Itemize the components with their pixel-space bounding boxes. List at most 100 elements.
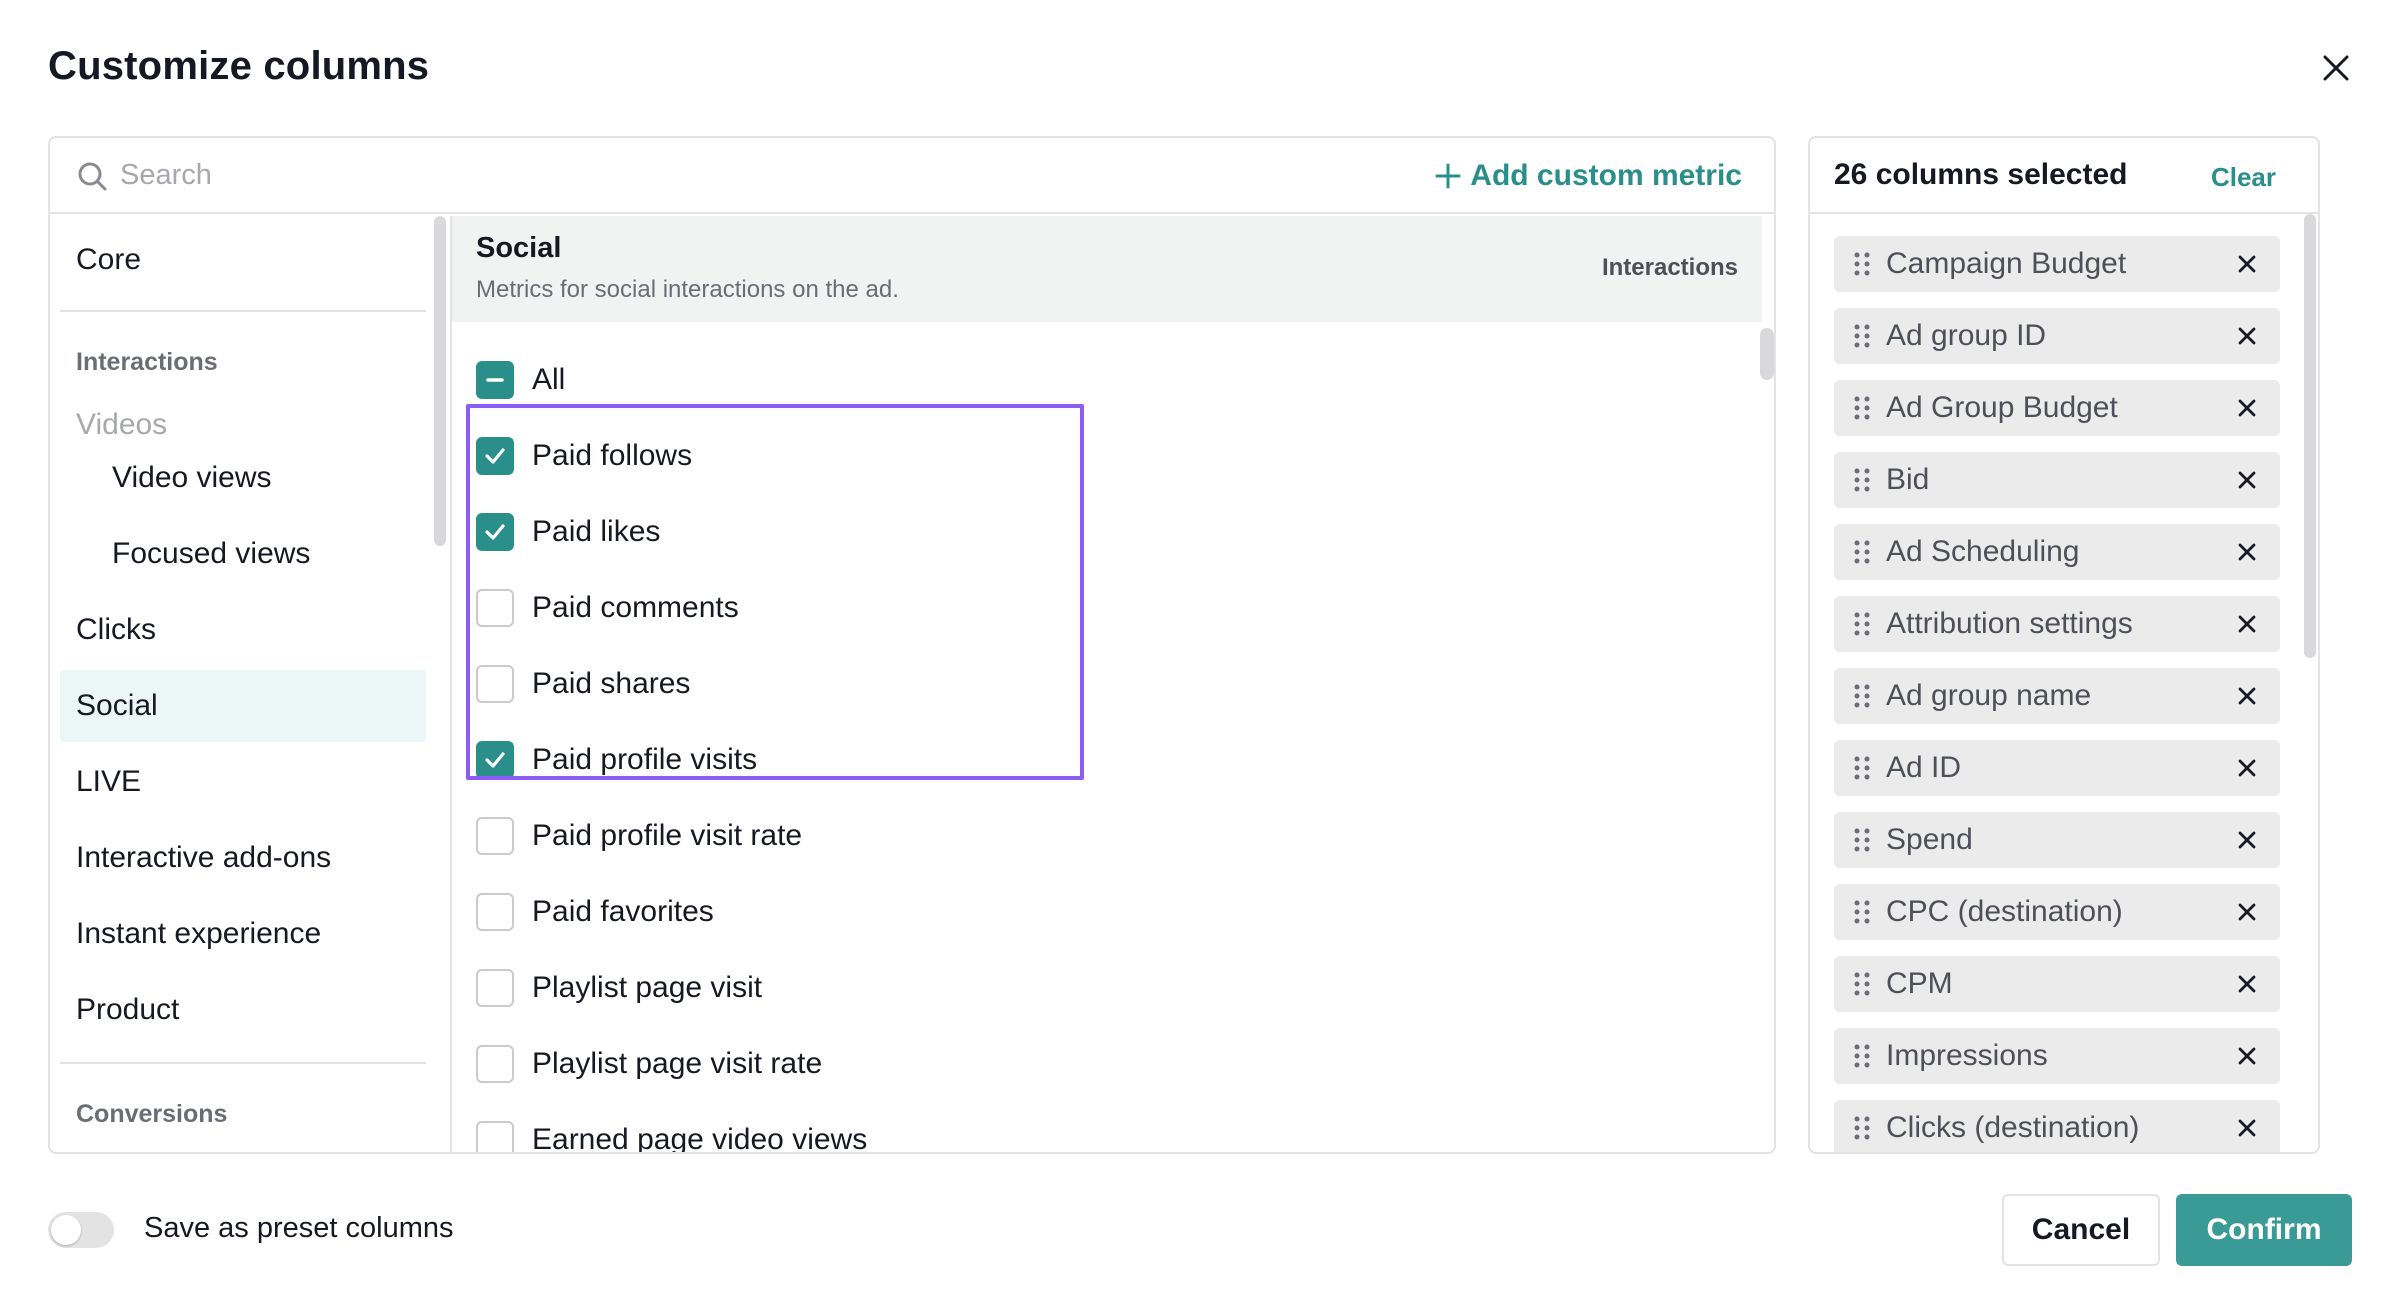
divider bbox=[60, 1062, 426, 1064]
remove-icon[interactable] bbox=[2232, 465, 2262, 495]
checkbox-unchecked[interactable] bbox=[476, 969, 514, 1007]
metric-playlist-page-visit-rate[interactable]: Playlist page visit rate bbox=[476, 1034, 822, 1094]
drag-handle-icon[interactable] bbox=[1852, 1042, 1872, 1070]
remove-icon[interactable] bbox=[2232, 321, 2262, 351]
selected-column-chip[interactable]: Spend bbox=[1834, 812, 2280, 868]
remove-icon[interactable] bbox=[2232, 1041, 2262, 1071]
clear-button[interactable]: Clear bbox=[2211, 162, 2276, 193]
drag-handle-icon[interactable] bbox=[1852, 970, 1872, 998]
column-label: Impressions bbox=[1886, 1039, 2048, 1072]
save-preset-toggle[interactable] bbox=[48, 1212, 114, 1248]
selected-column-chip[interactable]: Campaign Budget bbox=[1834, 236, 2280, 292]
selected-column-chip[interactable]: Attribution settings bbox=[1834, 596, 2280, 652]
drag-handle-icon[interactable] bbox=[1852, 754, 1872, 782]
drag-handle-icon[interactable] bbox=[1852, 898, 1872, 926]
column-label: CPM bbox=[1886, 967, 1953, 1000]
selected-scrollbar[interactable] bbox=[2304, 214, 2316, 658]
drag-handle-icon[interactable] bbox=[1852, 250, 1872, 278]
remove-icon[interactable] bbox=[2232, 681, 2262, 711]
category-heading-conversions: Conversions bbox=[76, 1100, 228, 1128]
checkbox-unchecked[interactable] bbox=[476, 665, 514, 703]
plus-icon bbox=[1435, 163, 1461, 189]
metric-paid-shares[interactable]: Paid shares bbox=[476, 654, 690, 714]
category-core[interactable]: Core bbox=[60, 224, 426, 296]
checkbox-checked[interactable] bbox=[476, 437, 514, 475]
category-clicks[interactable]: Clicks bbox=[60, 594, 426, 666]
selected-column-chip[interactable]: CPC (destination) bbox=[1834, 884, 2280, 940]
category-social[interactable]: Social bbox=[60, 670, 426, 742]
metrics-panel: Add custom metric Core Interactions Vide… bbox=[48, 136, 1776, 1154]
checkbox-unchecked[interactable] bbox=[476, 1045, 514, 1083]
customize-columns-dialog: Customize columns Add custom metric Core bbox=[0, 0, 2400, 1304]
selected-column-chip[interactable]: Ad group ID bbox=[1834, 308, 2280, 364]
selected-column-chip[interactable]: Impressions bbox=[1834, 1028, 2280, 1084]
category-product[interactable]: Product bbox=[60, 974, 426, 1046]
add-custom-metric-button[interactable]: Add custom metric bbox=[1434, 156, 1742, 196]
checkbox-unchecked[interactable] bbox=[476, 1121, 514, 1152]
drag-handle-icon[interactable] bbox=[1852, 826, 1872, 854]
search-bar: Add custom metric bbox=[50, 138, 1774, 214]
remove-icon[interactable] bbox=[2232, 1113, 2262, 1143]
selected-column-chip[interactable]: Ad group name bbox=[1834, 668, 2280, 724]
remove-icon[interactable] bbox=[2232, 609, 2262, 639]
selected-column-chip[interactable]: Bid bbox=[1834, 452, 2280, 508]
drag-handle-icon[interactable] bbox=[1852, 538, 1872, 566]
category-interactive-add-ons[interactable]: Interactive add-ons bbox=[60, 822, 426, 894]
section-title: Social bbox=[476, 232, 562, 264]
column-label: Ad group ID bbox=[1886, 319, 2047, 352]
drag-handle-icon[interactable] bbox=[1852, 610, 1872, 638]
metric-paid-favorites[interactable]: Paid favorites bbox=[476, 882, 714, 942]
remove-icon[interactable] bbox=[2232, 249, 2262, 279]
checkbox-checked[interactable] bbox=[476, 741, 514, 779]
metric-label: All bbox=[532, 363, 566, 396]
category-scrollbar[interactable] bbox=[434, 216, 446, 546]
selected-column-chip[interactable]: CPM bbox=[1834, 956, 2280, 1012]
metric-playlist-page-visit[interactable]: Playlist page visit bbox=[476, 958, 762, 1018]
category-live[interactable]: LIVE bbox=[60, 746, 426, 818]
confirm-button[interactable]: Confirm bbox=[2176, 1194, 2352, 1266]
selected-column-chip[interactable]: Ad ID bbox=[1834, 740, 2280, 796]
toggle-knob bbox=[51, 1215, 81, 1245]
close-button[interactable] bbox=[2312, 44, 2360, 92]
metric-paid-profile-visit-rate[interactable]: Paid profile visit rate bbox=[476, 806, 802, 866]
checkbox-unchecked[interactable] bbox=[476, 817, 514, 855]
drag-handle-icon[interactable] bbox=[1852, 322, 1872, 350]
metric-all[interactable]: All bbox=[476, 350, 565, 410]
metric-earned-page-video-views[interactable]: Earned page video views bbox=[476, 1110, 867, 1152]
selected-column-chip[interactable]: Ad Scheduling bbox=[1834, 524, 2280, 580]
checkbox-unchecked[interactable] bbox=[476, 893, 514, 931]
search-input[interactable] bbox=[120, 152, 1220, 198]
checkbox-unchecked[interactable] bbox=[476, 589, 514, 627]
metric-paid-comments[interactable]: Paid comments bbox=[476, 578, 739, 638]
remove-icon[interactable] bbox=[2232, 393, 2262, 423]
remove-icon[interactable] bbox=[2232, 753, 2262, 783]
drag-handle-icon[interactable] bbox=[1852, 466, 1872, 494]
remove-icon[interactable] bbox=[2232, 825, 2262, 855]
column-label: Ad Group Budget bbox=[1886, 391, 2118, 424]
metrics-scrollbar[interactable] bbox=[1760, 328, 1774, 380]
selected-column-chip[interactable]: Clicks (destination) bbox=[1834, 1100, 2280, 1152]
column-label: Ad Scheduling bbox=[1886, 535, 2080, 568]
selected-column-chip[interactable]: Ad Group Budget bbox=[1834, 380, 2280, 436]
metric-paid-likes[interactable]: Paid likes bbox=[476, 502, 660, 562]
column-label: Bid bbox=[1886, 463, 1930, 496]
column-label: Clicks (destination) bbox=[1886, 1111, 2140, 1144]
checkbox-partial[interactable] bbox=[476, 361, 514, 399]
cancel-button[interactable]: Cancel bbox=[2002, 1194, 2160, 1266]
minus-icon bbox=[486, 378, 504, 382]
drag-handle-icon[interactable] bbox=[1852, 1114, 1872, 1142]
metric-label: Paid profile visit rate bbox=[532, 819, 803, 852]
category-video-views[interactable]: Video views bbox=[60, 442, 426, 514]
drag-handle-icon[interactable] bbox=[1852, 394, 1872, 422]
category-focused-views[interactable]: Focused views bbox=[60, 518, 426, 590]
remove-icon[interactable] bbox=[2232, 897, 2262, 927]
metric-paid-follows[interactable]: Paid follows bbox=[476, 426, 692, 486]
drag-handle-icon[interactable] bbox=[1852, 682, 1872, 710]
close-icon bbox=[2323, 55, 2349, 81]
remove-icon[interactable] bbox=[2232, 537, 2262, 567]
metric-paid-profile-visits[interactable]: Paid profile visits bbox=[476, 730, 757, 790]
category-instant-experience[interactable]: Instant experience bbox=[60, 898, 426, 970]
checkbox-checked[interactable] bbox=[476, 513, 514, 551]
remove-icon[interactable] bbox=[2232, 969, 2262, 999]
add-custom-metric-label: Add custom metric bbox=[1470, 159, 1742, 192]
